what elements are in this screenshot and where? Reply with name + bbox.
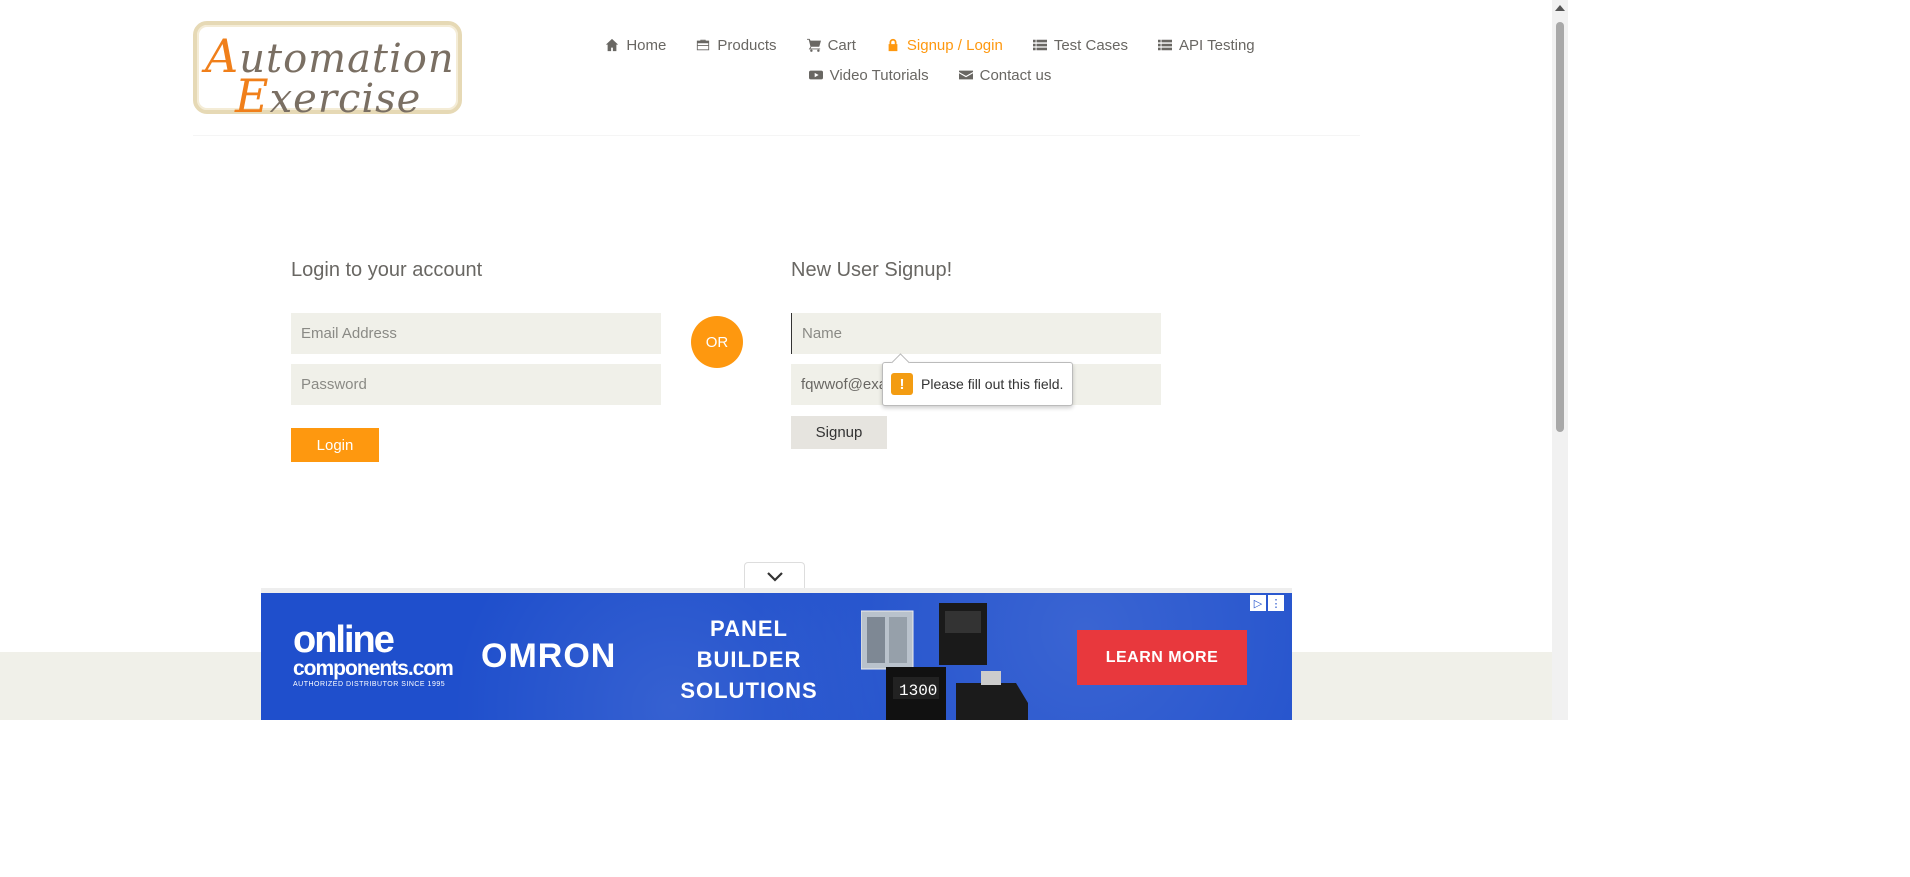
login-email-input[interactable] — [291, 313, 661, 354]
ad-choices[interactable]: ▷ ⋮ — [1250, 595, 1284, 611]
login-title: Login to your account — [291, 259, 483, 281]
ad-banner[interactable]: online components.com AUTHORIZED DISTRIB… — [261, 588, 1292, 720]
site-logo[interactable]: Automation Exercise — [193, 21, 462, 123]
header-divider — [193, 135, 1360, 136]
signup-name-input[interactable] — [791, 313, 1161, 354]
ad-collapse-toggle[interactable] — [744, 562, 805, 590]
warning-icon: ! — [891, 373, 913, 395]
nav-video-tutorials-label: Video Tutorials — [829, 66, 929, 84]
list-icon — [1158, 39, 1173, 51]
nav-signup-login[interactable]: Signup / Login — [886, 37, 1003, 54]
nav-row-2: Video Tutorials Contact us — [560, 60, 1300, 90]
signup-button[interactable]: Signup — [791, 416, 887, 449]
ad-headline: PANEL BUILDER SOLUTIONS — [680, 616, 818, 703]
nav-api-testing[interactable]: API Testing — [1158, 37, 1255, 54]
lock-icon — [888, 38, 898, 52]
nav-contact-us-label: Contact us — [979, 66, 1052, 84]
nav-cart-label: Cart — [827, 36, 856, 54]
scrollbar-thumb[interactable] — [1556, 22, 1564, 432]
ad-brand-tagline: AUTHORIZED DISTRIBUTOR SINCE 1995 — [293, 681, 446, 688]
chevron-down-icon — [766, 571, 783, 582]
login-password-input[interactable] — [291, 364, 661, 405]
home-icon — [606, 38, 619, 52]
main-nav: Home Products Cart Signup / Login Test C… — [560, 30, 1300, 90]
cart-icon — [806, 38, 821, 52]
login-button[interactable]: Login — [291, 428, 379, 462]
validation-tooltip-text: Please fill out this field. — [921, 376, 1064, 392]
nav-test-cases[interactable]: Test Cases — [1032, 36, 1129, 54]
svg-text:1300: 1300 — [899, 682, 937, 700]
nav-products-label: Products — [717, 36, 777, 54]
nav-cart[interactable]: Cart — [806, 36, 856, 54]
nav-video-tutorials[interactable]: Video Tutorials — [808, 66, 929, 84]
page: Automation Exercise Home Products Cart S… — [0, 0, 1568, 720]
nav-api-testing-label: API Testing — [1179, 36, 1255, 54]
ad-menu-icon[interactable]: ⋮ — [1268, 595, 1284, 611]
page-scrollbar[interactable] — [1552, 0, 1568, 720]
signup-title: New User Signup! — [791, 259, 953, 281]
adchoices-icon[interactable]: ▷ — [1250, 595, 1266, 611]
ad-brand-line2: components.com — [293, 657, 454, 680]
nav-products[interactable]: Products — [696, 36, 777, 54]
ad-partner-logo: OMRON — [481, 637, 617, 675]
nav-row-1: Home Products Cart Signup / Login Test C… — [560, 30, 1300, 60]
logo-word-exercise: xercise — [269, 76, 422, 122]
briefcase-icon — [697, 39, 710, 51]
or-badge: OR — [691, 316, 743, 368]
youtube-icon — [808, 70, 823, 80]
logo-initial-e: E — [235, 69, 270, 123]
list-icon — [1032, 39, 1047, 51]
nav-home-label: Home — [626, 36, 667, 54]
nav-test-cases-label: Test Cases — [1053, 36, 1129, 54]
nav-contact-us[interactable]: Contact us — [958, 66, 1052, 84]
ad-brand-line1: online — [293, 619, 395, 661]
nav-home[interactable]: Home — [605, 37, 666, 54]
ad-learn-more-button[interactable]: LEARN MORE — [1077, 630, 1247, 685]
product-image: 1300 — [861, 603, 1028, 720]
nav-signup-login-label: Signup / Login — [906, 36, 1003, 54]
validation-tooltip: ! Please fill out this field. — [882, 362, 1073, 406]
scroll-up-arrow-icon[interactable] — [1555, 5, 1565, 11]
envelope-icon — [958, 70, 973, 80]
